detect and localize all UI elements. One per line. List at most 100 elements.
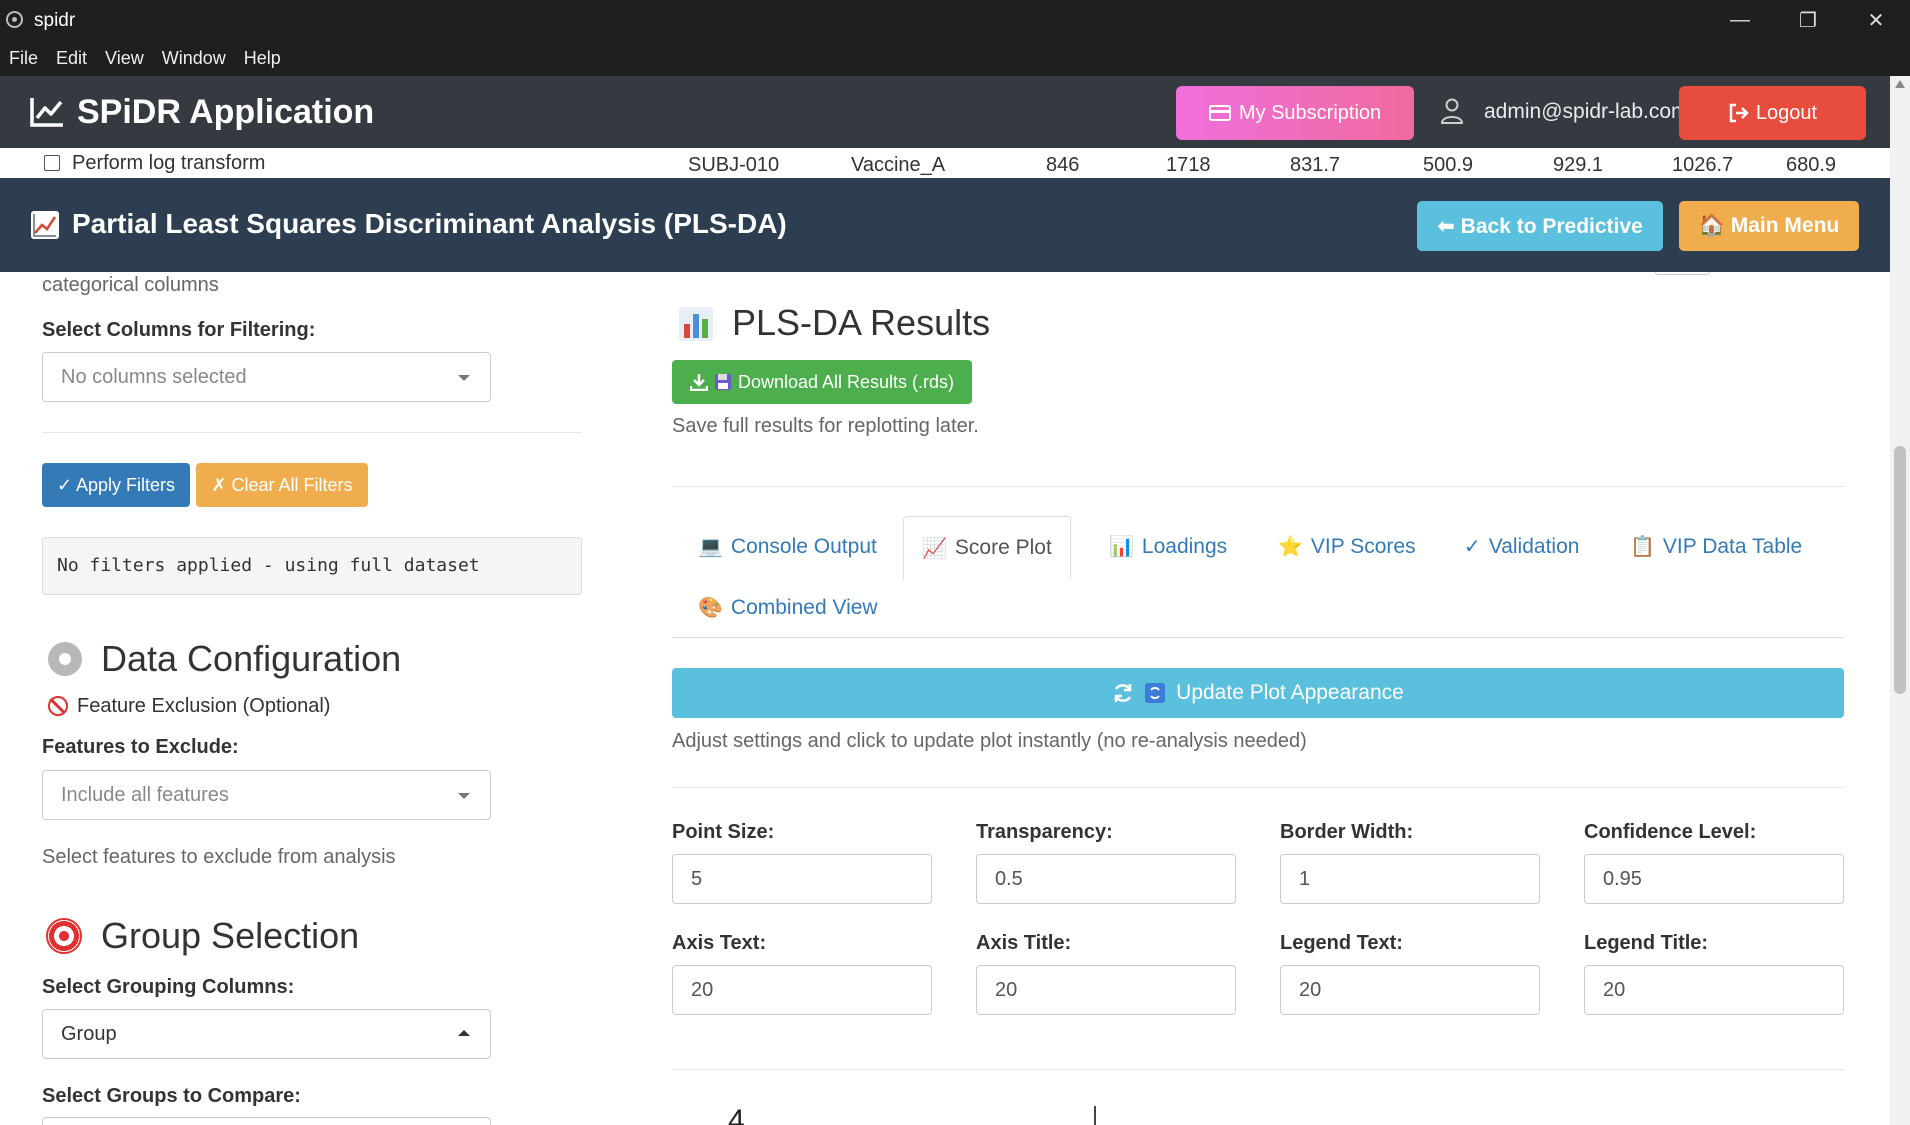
scrolled-data-row: Perform log transform SUBJ-010 Vaccine_A… (0, 148, 1890, 178)
divider (672, 1069, 1844, 1070)
results-title: PLS-DA Results (732, 302, 991, 343)
menu-edit[interactable]: Edit (56, 48, 87, 69)
axis-text-input[interactable]: 20 (672, 965, 932, 1015)
close-window-button[interactable]: ✕ (1840, 0, 1910, 40)
point-size-input[interactable]: 5 (672, 854, 932, 904)
transparency-input[interactable]: 0.5 (976, 854, 1236, 904)
line-chart-icon (30, 98, 63, 127)
left-sidebar: categorical columns Select Columns for F… (0, 272, 640, 1125)
axis-title-label: Axis Title: (976, 932, 1072, 954)
tab-validation[interactable]: ✓ Validation (1464, 534, 1579, 559)
menu-window[interactable]: Window (162, 48, 226, 69)
scroll-up-arrow-icon[interactable] (1895, 80, 1905, 88)
download-label: Download All Results (.rds) (737, 371, 955, 392)
table-cell: 929.1 (1553, 154, 1604, 176)
credit-card-icon (1208, 105, 1231, 121)
tab-label: Validation (1488, 534, 1580, 558)
legend-title-input[interactable]: 20 (1584, 965, 1844, 1015)
border-width-input[interactable]: 1 (1280, 854, 1540, 904)
window-titlebar: spidr — ❐ ✕ (0, 0, 1910, 40)
groups-compare-select[interactable] (42, 1117, 491, 1125)
tab-vip-scores[interactable]: ⭐ VIP Scores (1278, 534, 1416, 559)
clear-filters-button[interactable]: ✗ Clear All Filters (196, 463, 368, 507)
data-configuration-heading: Data Configuration (101, 638, 402, 679)
my-subscription-button[interactable]: My Subscription (1176, 86, 1414, 140)
tab-console-output[interactable]: 💻 Console Output (698, 534, 877, 559)
filter-columns-select[interactable]: No columns selected (42, 352, 491, 402)
confidence-level-input[interactable]: 0.95 (1584, 854, 1844, 904)
features-exclude-select[interactable]: Include all features (42, 770, 491, 820)
palette-icon: 🎨 (698, 597, 723, 619)
chevron-up-icon (458, 1030, 470, 1036)
divider (672, 486, 1844, 487)
laptop-icon: 💻 (698, 536, 723, 558)
logout-button[interactable]: Logout (1679, 86, 1866, 140)
update-plot-label: Update Plot Appearance (1176, 681, 1404, 704)
table-cell: 680.9 (1786, 154, 1837, 176)
log-transform-checkbox[interactable] (44, 155, 60, 171)
table-cell: 846 (1046, 154, 1080, 176)
tab-label: VIP Scores (1310, 534, 1416, 558)
scrollbar-thumb[interactable] (1894, 446, 1906, 694)
filter-columns-value: No columns selected (61, 366, 247, 388)
menu-file[interactable]: File (9, 48, 38, 69)
divider (672, 787, 1844, 788)
logout-label: Logout (1755, 101, 1818, 124)
apply-filters-button[interactable]: ✓ Apply Filters (42, 463, 190, 507)
window-title: spidr (34, 10, 76, 31)
grouping-columns-value: Group (61, 1023, 117, 1045)
menu-help[interactable]: Help (244, 48, 281, 69)
user-icon (1441, 98, 1463, 124)
tab-loadings[interactable]: 📊 Loadings (1109, 534, 1227, 559)
floppy-disk-icon (714, 374, 731, 390)
divider (42, 432, 582, 433)
results-panel: PLS-DA Results Download All Results (.rd… (640, 272, 1890, 1125)
tab-vip-data-table[interactable]: 📋 VIP Data Table (1630, 534, 1802, 559)
minimize-button[interactable]: — (1704, 0, 1776, 40)
table-cell: 1718 (1166, 154, 1211, 176)
confidence-level-label: Confidence Level: (1584, 821, 1757, 843)
checkmark-icon: ✓ (1464, 536, 1481, 558)
axis-text-label: Axis Text: (672, 932, 767, 954)
chevron-down-icon (458, 793, 470, 799)
legend-text-input[interactable]: 20 (1280, 965, 1540, 1015)
tab-label: Console Output (730, 534, 877, 558)
border-width-label: Border Width: (1280, 821, 1414, 843)
app-header: SPiDR Application My Subscription admin@… (0, 76, 1890, 148)
tab-label: Score Plot (954, 536, 1052, 559)
maximize-button[interactable]: ❐ (1772, 0, 1844, 40)
table-cell: SUBJ-010 (688, 154, 780, 176)
main-menu-button[interactable]: 🏠 Main Menu (1679, 201, 1859, 251)
transparency-label: Transparency: (976, 821, 1113, 843)
tab-score-plot[interactable]: 📈 Score Plot (903, 516, 1071, 580)
chart-increasing-icon: 📈 (922, 537, 947, 560)
table-cell: 1026.7 (1672, 154, 1734, 176)
features-exclude-label: Features to Exclude: (42, 736, 239, 758)
features-exclude-value: Include all features (61, 784, 229, 806)
bar-chart-icon: 📊 (1109, 536, 1134, 558)
axis-title-input[interactable]: 20 (976, 965, 1236, 1015)
point-size-label: Point Size: (672, 821, 775, 843)
table-cell: 831.7 (1290, 154, 1341, 176)
grouping-columns-select[interactable]: Group (42, 1009, 491, 1059)
features-exclude-help: Select features to exclude from analysis (42, 846, 396, 868)
menu-view[interactable]: View (105, 48, 144, 69)
section-title: Partial Least Squares Discriminant Analy… (72, 208, 787, 239)
download-help: Save full results for replotting later. (672, 415, 979, 437)
refresh-icon (1114, 684, 1132, 702)
table-cell: Vaccine_A (851, 154, 946, 176)
download-results-button[interactable]: Download All Results (.rds) (672, 360, 972, 404)
tab-label: Loadings (1141, 534, 1228, 558)
categorical-note: categorical columns (42, 274, 219, 296)
tab-combined-view[interactable]: 🎨 Combined View (698, 595, 878, 620)
grouping-columns-label: Select Grouping Columns: (42, 976, 295, 998)
bar-chart-icon (679, 307, 713, 341)
back-to-predictive-button[interactable]: ⬅ Back to Predictive (1417, 201, 1663, 251)
menubar: File Edit View Window Help (0, 40, 1910, 76)
update-plot-appearance-button[interactable]: Update Plot Appearance (672, 668, 1844, 718)
target-icon (46, 918, 82, 954)
legend-text-label: Legend Text: (1280, 932, 1403, 954)
no-entry-icon (48, 696, 68, 716)
gear-icon (48, 642, 82, 676)
page-scrollbar[interactable] (1890, 76, 1910, 1125)
